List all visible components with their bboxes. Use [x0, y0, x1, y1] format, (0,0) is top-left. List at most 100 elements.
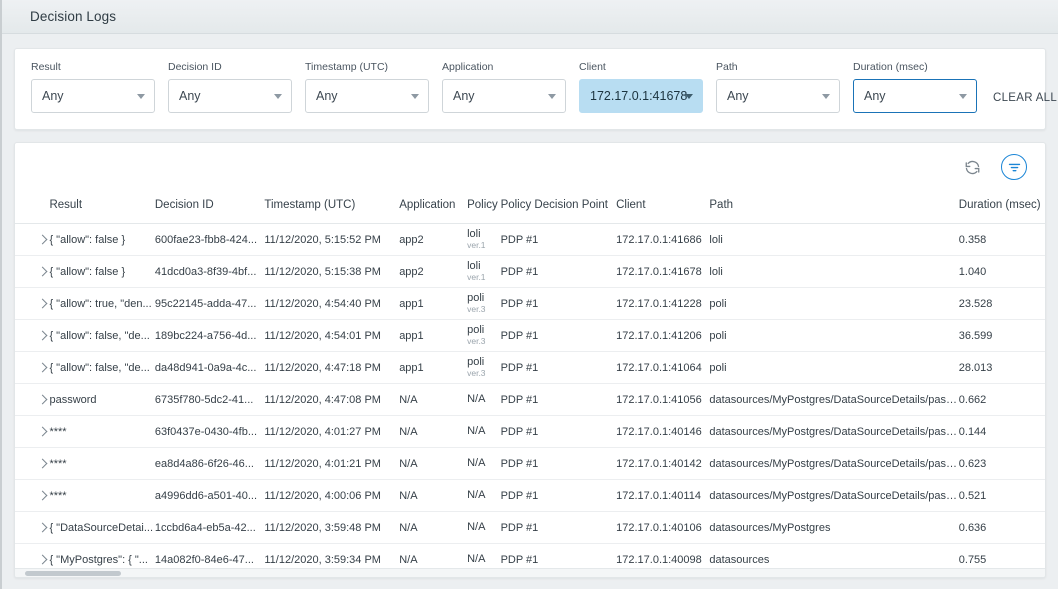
column-header-expand[interactable] — [15, 191, 50, 224]
expand-row-cell[interactable] — [15, 479, 50, 512]
cell-decision-id: 189bc224-a756-4d... — [154, 319, 265, 352]
cell-duration: 0.636 — [958, 511, 1045, 544]
chevron-right-icon[interactable] — [37, 362, 48, 372]
filter-select-result[interactable]: Any — [31, 79, 155, 113]
column-header-duration-msec[interactable]: Duration (msec) — [958, 191, 1045, 224]
table-row[interactable]: { "DataSourceDetai... 1ccbd6a4-eb5a-42...… — [15, 511, 1045, 544]
cell-decision-id: 6735f780-5dc2-41... — [154, 383, 265, 416]
cell-path: poli — [709, 319, 959, 352]
filter-select-decision-id[interactable]: Any — [168, 79, 292, 113]
cell-application: app1 — [399, 287, 468, 320]
filter-group-timestamp-utc: Timestamp (UTC) Any — [305, 61, 429, 113]
policy-version: ver.1 — [467, 272, 486, 283]
chevron-right-icon[interactable] — [37, 266, 48, 276]
chevron-right-icon[interactable] — [37, 298, 48, 308]
horizontal-scrollbar[interactable] — [15, 568, 1045, 577]
cell-path: datasources/MyPostgres/DataSourceDetails… — [709, 447, 959, 480]
column-header-client[interactable]: Client — [616, 191, 710, 224]
column-header-path[interactable]: Path — [709, 191, 959, 224]
chevron-right-icon[interactable] — [37, 234, 48, 244]
table-row[interactable]: { "allow": false, "de... 189bc224-a756-4d… — [15, 319, 1045, 352]
cell-result: password — [49, 383, 155, 416]
table-row[interactable]: **** 63f0437e-0430-4fb... 11/12/2020, 4:01… — [15, 415, 1045, 448]
cell-decision-id: a4996dd6-a501-40... — [154, 479, 265, 512]
cell-duration: 0.623 — [958, 447, 1045, 480]
cell-result: **** — [49, 479, 155, 512]
chevron-right-icon[interactable] — [37, 522, 48, 532]
cell-policy-decision-point: PDP #1 — [500, 351, 617, 384]
cell-client: 172.17.0.1:41686 — [616, 223, 710, 256]
table-row[interactable]: { "allow": false, "de... da48d941-0a9a-4c… — [15, 351, 1045, 384]
filter-value: Any — [727, 89, 749, 103]
policy-name: N/A — [467, 392, 486, 405]
chevron-right-icon[interactable] — [37, 330, 48, 340]
table-row[interactable]: password 6735f780-5dc2-41... 11/12/2020, 4… — [15, 383, 1045, 416]
expand-row-cell[interactable] — [15, 255, 50, 288]
cell-path: poli — [709, 351, 959, 384]
filter-select-timestamp-utc[interactable]: Any — [305, 79, 429, 113]
expand-row-cell[interactable] — [15, 351, 50, 384]
expand-row-cell[interactable] — [15, 223, 50, 256]
chevron-right-icon[interactable] — [37, 490, 48, 500]
filter-label: Path — [716, 61, 738, 73]
filter-select-duration-msec[interactable]: Any — [853, 79, 977, 113]
cell-client: 172.17.0.1:40146 — [616, 415, 710, 448]
expand-row-cell[interactable] — [15, 383, 50, 416]
expand-row-cell[interactable] — [15, 511, 50, 544]
cell-decision-id: da48d941-0a9a-4c... — [154, 351, 265, 384]
table-row[interactable]: { "allow": false } 41dcd0a3-8f39-4bf... 11… — [15, 255, 1045, 288]
filter-icon[interactable] — [1001, 154, 1027, 180]
chevron-down-icon — [274, 93, 282, 99]
cell-timestamp: 11/12/2020, 4:01:27 PM — [264, 415, 400, 448]
column-header-policy[interactable]: Policy — [467, 191, 501, 224]
expand-row-cell[interactable] — [15, 447, 50, 480]
scrollbar-thumb[interactable] — [25, 571, 121, 576]
cell-policy: poli ver.3 — [467, 287, 501, 320]
column-header-timestamp-utc[interactable]: Timestamp (UTC) — [264, 191, 400, 224]
filter-select-path[interactable]: Any — [716, 79, 840, 113]
cell-application: app1 — [399, 319, 468, 352]
table-row[interactable]: **** ea8d4a86-6f26-46... 11/12/2020, 4:01:… — [15, 447, 1045, 480]
table-row[interactable]: { "allow": false } 600fae23-fbb8-424... 11… — [15, 223, 1045, 256]
table-header-row: Result Decision ID Timestamp (UTC) Applicat… — [15, 191, 1045, 224]
expand-row-cell[interactable] — [15, 287, 50, 320]
cell-policy: N/A — [467, 447, 501, 480]
expand-row-cell[interactable] — [15, 319, 50, 352]
cell-path: loli — [709, 223, 959, 256]
expand-row-cell[interactable] — [15, 415, 50, 448]
cell-timestamp: 11/12/2020, 4:54:01 PM — [264, 319, 400, 352]
cell-application: app1 — [399, 351, 468, 384]
chevron-right-icon[interactable] — [37, 394, 48, 404]
policy-name: N/A — [467, 552, 486, 565]
filter-select-client[interactable]: 172.17.0.1:41678 — [579, 79, 703, 113]
clear-all-button[interactable]: CLEAR ALL — [993, 92, 1057, 104]
filter-select-application[interactable]: Any — [442, 79, 566, 113]
cell-path: loli — [709, 255, 959, 288]
chevron-right-icon[interactable] — [37, 554, 48, 564]
chevron-down-icon — [548, 93, 556, 99]
cell-policy-decision-point: PDP #1 — [500, 319, 617, 352]
filter-group-client: Client 172.17.0.1:41678 — [579, 61, 703, 113]
chevron-down-icon — [959, 93, 967, 99]
table-row[interactable]: { "allow": true, "den... 95c22145-adda-47… — [15, 287, 1045, 320]
cell-policy-decision-point: PDP #1 — [500, 223, 617, 256]
column-header-policy-decision-point[interactable]: Policy Decision Point — [500, 191, 617, 224]
chevron-right-icon[interactable] — [37, 458, 48, 468]
cell-result: { "allow": false, "de... — [49, 319, 155, 352]
column-header-decision-id[interactable]: Decision ID — [154, 191, 265, 224]
cell-policy-decision-point: PDP #1 — [500, 415, 617, 448]
filter-group-decision-id: Decision ID Any — [168, 61, 292, 113]
policy-wrapper: poli ver.3 — [467, 356, 500, 378]
cell-duration: 0.144 — [958, 415, 1045, 448]
column-header-application[interactable]: Application — [399, 191, 468, 224]
cell-policy-decision-point: PDP #1 — [500, 383, 617, 416]
refresh-icon[interactable] — [959, 154, 985, 180]
chevron-right-icon[interactable] — [37, 426, 48, 436]
table-row[interactable]: **** a4996dd6-a501-40... 11/12/2020, 4:00:… — [15, 479, 1045, 512]
cell-policy: N/A — [467, 479, 501, 512]
cell-policy-decision-point: PDP #1 — [500, 479, 617, 512]
filter-label: Decision ID — [168, 61, 222, 73]
cell-duration: 28.013 — [958, 351, 1045, 384]
chevron-down-icon — [137, 93, 145, 99]
column-header-result[interactable]: Result — [49, 191, 155, 224]
